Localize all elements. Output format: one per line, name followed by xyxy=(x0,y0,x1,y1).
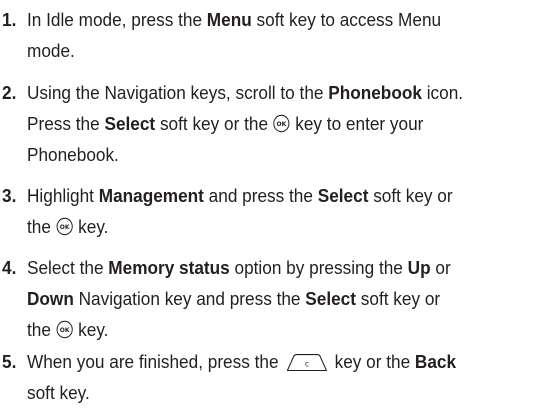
step-4-line-3: the OK key. xyxy=(27,319,109,340)
select-key-label: Select xyxy=(104,113,156,134)
select-key-label: Select xyxy=(317,185,369,206)
step-2-line-1: Using the Navigation keys, scroll to the… xyxy=(27,82,464,103)
step-4-line-1: Select the Memory status option by press… xyxy=(27,257,451,278)
step-number: 5. xyxy=(2,351,17,372)
ok-key-icon: OK xyxy=(56,217,73,236)
step-2-line-3: Phonebook. xyxy=(27,144,119,165)
menu-key-label: Menu xyxy=(206,9,252,30)
ok-key-icon: OK xyxy=(56,320,73,339)
up-key-label: Up xyxy=(407,257,431,278)
step-number: 2. xyxy=(2,82,17,103)
phonebook-label: Phonebook xyxy=(328,82,422,103)
step-number: 3. xyxy=(2,185,17,206)
step-number: 1. xyxy=(2,9,17,30)
step-1-line-2: mode. xyxy=(27,40,75,61)
step-1-line-1: In Idle mode, press the Menu soft key to… xyxy=(27,9,442,30)
svg-text:OK: OK xyxy=(60,224,70,231)
step-2-line-2: Press the Select soft key or the OK key … xyxy=(27,113,424,134)
svg-text:c: c xyxy=(305,359,309,368)
instruction-steps: 1. In Idle mode, press the Menu soft key… xyxy=(0,0,539,407)
down-key-label: Down xyxy=(27,288,74,309)
svg-text:OK: OK xyxy=(277,121,287,128)
svg-text:OK: OK xyxy=(60,327,70,334)
end-key-icon: c xyxy=(286,354,327,372)
step-3-line-1: Highlight Management and press the Selec… xyxy=(27,185,453,206)
memory-status-label: Memory status xyxy=(108,257,230,278)
management-label: Management xyxy=(98,185,204,206)
step-5-line-1: When you are finished, press the c key o… xyxy=(27,351,457,372)
ok-key-icon: OK xyxy=(273,114,290,133)
select-key-label: Select xyxy=(305,288,356,309)
step-number: 4. xyxy=(2,257,17,278)
step-5-line-2: soft key. xyxy=(27,382,90,403)
back-key-label: Back xyxy=(414,351,457,372)
step-3-line-2: the OK key. xyxy=(27,216,109,237)
step-4-line-2: Down Navigation key and press the Select… xyxy=(27,288,441,309)
